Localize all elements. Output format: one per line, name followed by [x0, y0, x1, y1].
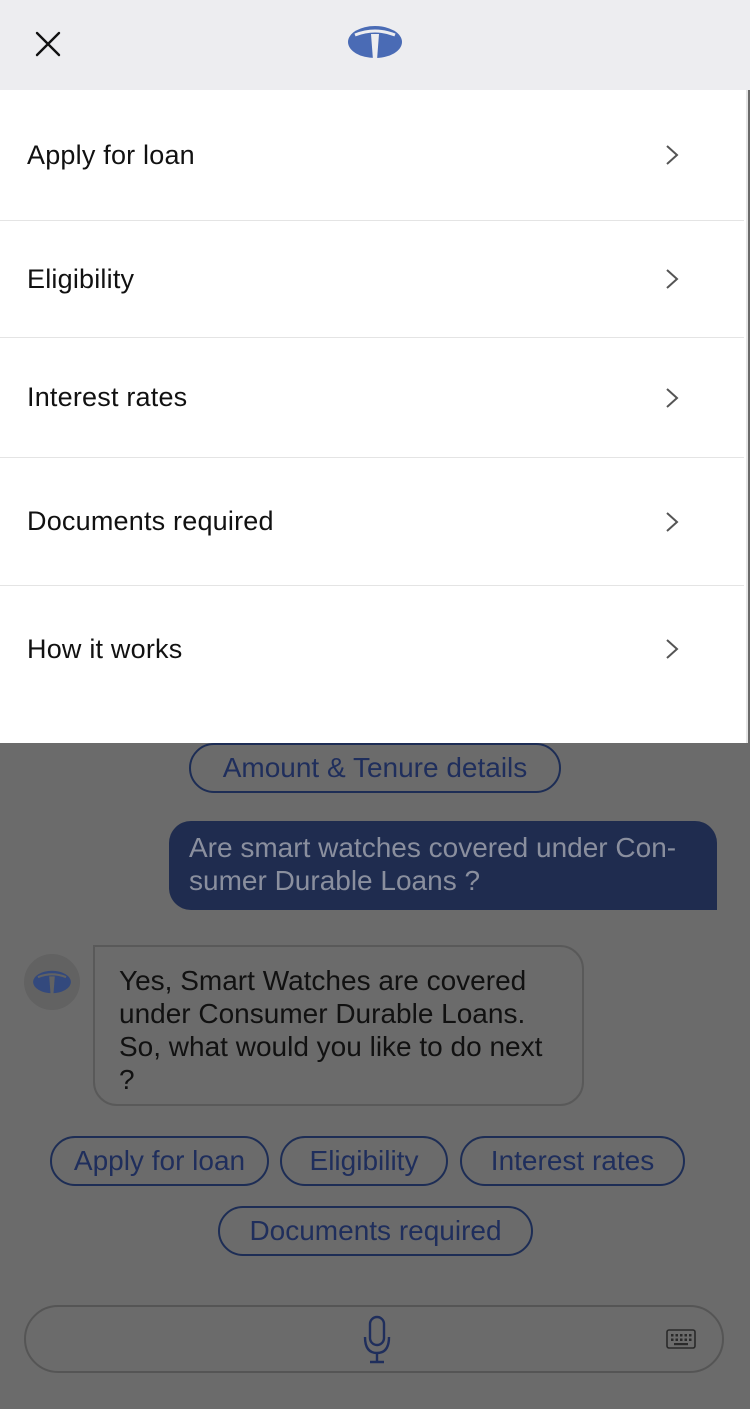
chat-area: Amount & Tenure details Are smart watche…	[0, 743, 750, 1409]
bot-message-line: ?	[119, 1064, 135, 1095]
menu-item-label: Apply for loan	[27, 139, 195, 170]
quick-reply-interest-rates[interactable]: Interest rates	[460, 1136, 685, 1186]
menu-item-label: Documents required	[27, 506, 274, 536]
quick-reply-apply-for-loan[interactable]: Apply for loan	[50, 1136, 269, 1186]
menu-item-documents-required[interactable]: Documents required	[0, 458, 744, 586]
menu-item-label: Interest rates	[27, 382, 188, 412]
chevron-right-icon	[666, 639, 679, 659]
message-composer[interactable]	[24, 1305, 724, 1373]
chevron-right-icon	[666, 511, 679, 532]
microphone-icon[interactable]	[361, 1315, 393, 1365]
brand-logo	[348, 26, 402, 60]
menu-item-label: How it works	[27, 633, 183, 664]
bot-avatar	[24, 954, 80, 1010]
quick-reply-eligibility[interactable]: Eligibility	[280, 1136, 448, 1186]
bot-message-line: Yes, Smart Watches are covered	[119, 965, 527, 996]
quick-reply-documents-required[interactable]: Documents required	[218, 1206, 533, 1256]
menu-item-label: Eligibility	[27, 263, 135, 294]
top-header	[0, 0, 750, 90]
keyboard-icon[interactable]	[666, 1329, 696, 1349]
user-message-bubble: Are smart watches covered under Con- sum…	[169, 821, 717, 910]
bot-message-line: under Consumer Durable Loans.	[119, 998, 526, 1029]
menu-item-how-it-works[interactable]: How it works	[0, 586, 744, 712]
menu-drawer: Apply for loan Eligibility Interest rate…	[0, 90, 748, 743]
menu-item-apply-for-loan[interactable]: Apply for loan	[0, 90, 744, 221]
menu-item-eligibility[interactable]: Eligibility	[0, 221, 744, 338]
menu-item-interest-rates[interactable]: Interest rates	[0, 338, 744, 458]
user-message-line: sumer Durable Loans ?	[189, 865, 481, 896]
user-message-line: Are smart watches covered under Con-	[189, 832, 677, 863]
chevron-right-icon	[666, 145, 679, 165]
quick-reply-amount-tenure[interactable]: Amount & Tenure details	[189, 743, 561, 793]
bot-message-line: So, what would you like to do next	[119, 1031, 543, 1062]
close-icon	[35, 31, 61, 57]
close-button[interactable]	[24, 20, 72, 68]
chevron-right-icon	[666, 269, 679, 289]
bot-message-bubble: Yes, Smart Watches are covered under Con…	[93, 945, 584, 1106]
brand-logo-icon	[33, 970, 71, 995]
chevron-right-icon	[666, 387, 679, 408]
